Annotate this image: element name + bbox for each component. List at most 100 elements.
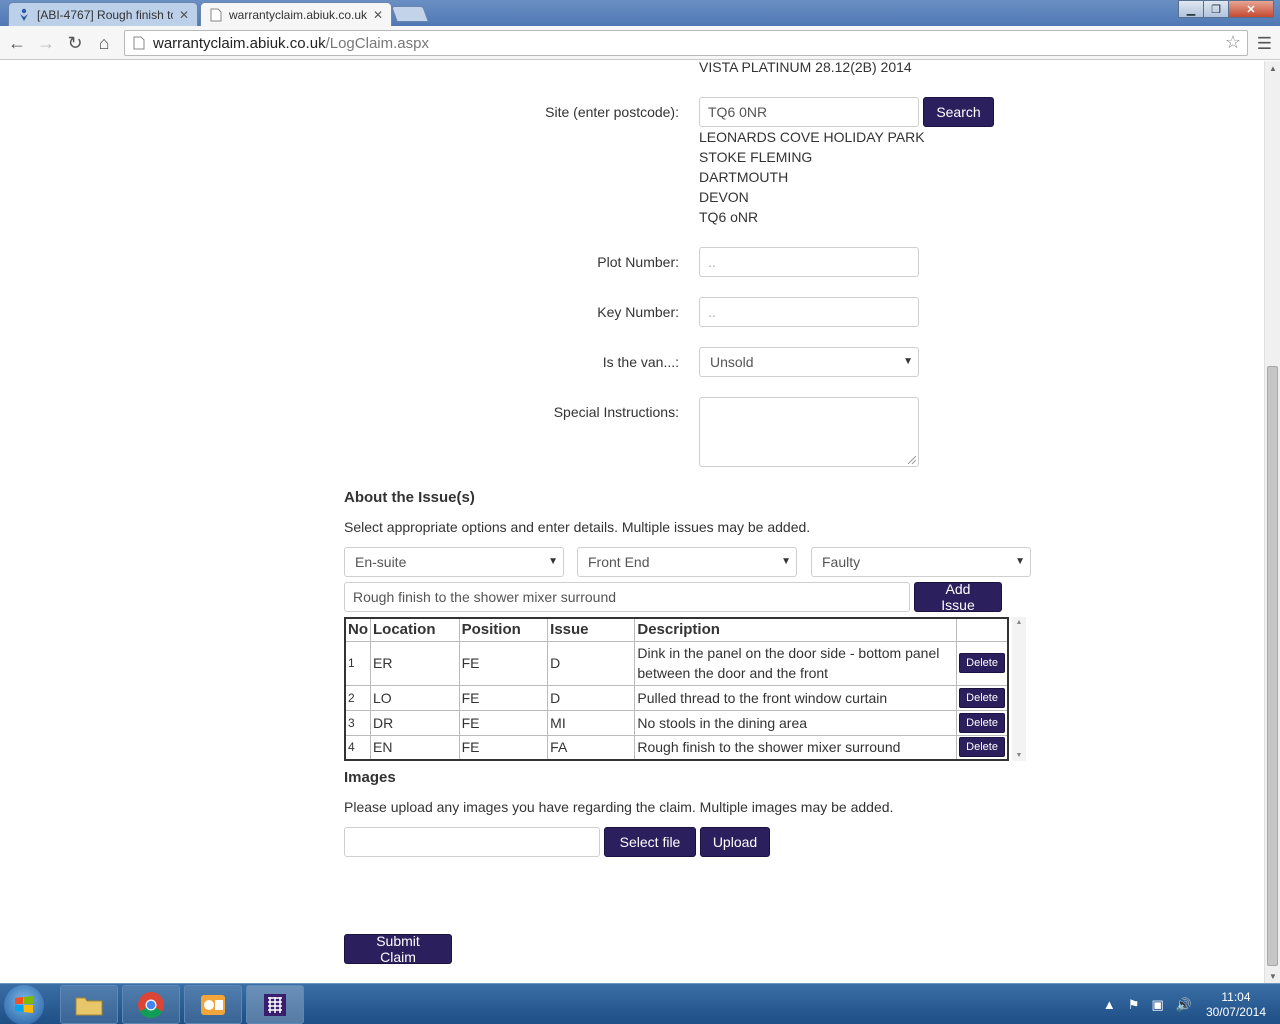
dropdown-arrow-icon: ▼ xyxy=(781,556,791,567)
explorer-taskbar-button[interactable] xyxy=(60,985,118,1024)
issue-type-value: Faulty xyxy=(822,554,861,570)
address-line-2: STOKE FLEMING xyxy=(699,149,813,165)
windows-logo-icon xyxy=(15,996,33,1013)
scroll-up-icon[interactable]: ▲ xyxy=(1012,619,1026,626)
home-icon[interactable]: ⌂ xyxy=(93,32,115,54)
cell-position: FE xyxy=(458,709,549,736)
tab-label: [ABI-4767] Rough finish to xyxy=(37,7,173,22)
search-button[interactable]: Search xyxy=(923,97,994,127)
bookmark-star-icon[interactable]: ☆ xyxy=(1225,32,1241,53)
delete-issue-button[interactable]: Delete xyxy=(959,712,1005,733)
volume-icon[interactable]: 🔊 xyxy=(1176,997,1192,1013)
van-status-select[interactable]: Unsold ▼ xyxy=(699,347,919,377)
app-taskbar-button[interactable] xyxy=(246,985,304,1024)
plot-number-label: Plot Number: xyxy=(597,254,679,270)
minimize-icon[interactable]: ▁ xyxy=(1178,0,1204,18)
window-close-icon[interactable]: ✕ xyxy=(1228,0,1274,18)
table-row: 2 LO FE D Pulled thread to the front win… xyxy=(344,684,1009,711)
tab-warrantyclaim[interactable]: warrantyclaim.abiuk.co.uk ✕ xyxy=(200,2,392,26)
issue-type-select[interactable]: Faulty ▼ xyxy=(811,547,1031,577)
plot-number-input[interactable]: .. xyxy=(699,247,919,277)
cell-no: 1 xyxy=(344,640,371,686)
key-number-input[interactable]: .. xyxy=(699,297,919,327)
show-hidden-icons-icon[interactable]: ▲ xyxy=(1103,997,1116,1012)
reload-icon[interactable]: ↻ xyxy=(64,32,86,54)
cell-location: ER xyxy=(370,640,460,686)
cell-location: LO xyxy=(370,684,460,711)
scroll-down-icon[interactable]: ▼ xyxy=(1265,969,1280,983)
cell-description: No stools in the dining area xyxy=(634,709,958,736)
chrome-icon xyxy=(138,991,164,1018)
menu-icon[interactable]: ☰ xyxy=(1257,34,1272,54)
cell-issue: FA xyxy=(547,734,636,761)
clock-date: 30/07/2014 xyxy=(1205,1004,1266,1019)
cell-issue: D xyxy=(547,640,636,686)
jira-icon xyxy=(17,8,31,22)
browser-toolbar: ← → ↻ ⌂ warrantyclaim.abiuk.co.uk/LogCla… xyxy=(0,26,1280,60)
chrome-taskbar-button[interactable] xyxy=(122,985,180,1024)
address-bar[interactable]: warrantyclaim.abiuk.co.uk/LogClaim.aspx … xyxy=(124,30,1248,56)
page-viewport: VISTA PLATINUM 28.12(2B) 2014 Site (ente… xyxy=(0,61,1264,983)
start-button[interactable] xyxy=(4,985,44,1024)
page-icon xyxy=(209,8,223,22)
issue-location-select[interactable]: En-suite ▼ xyxy=(344,547,564,577)
new-tab-button[interactable] xyxy=(391,6,429,22)
cell-position: FE xyxy=(458,684,549,711)
tab-jira[interactable]: [ABI-4767] Rough finish to ✕ xyxy=(8,2,198,26)
issue-position-select[interactable]: Front End ▼ xyxy=(577,547,797,577)
images-heading: Images xyxy=(344,769,396,786)
maximize-icon[interactable]: ❐ xyxy=(1203,0,1229,18)
network-icon[interactable]: ▣ xyxy=(1151,997,1163,1013)
action-center-flag-icon[interactable]: ⚑ xyxy=(1128,997,1140,1013)
system-tray: ▲ ⚑ ▣ 🔊 11:04 30/07/2014 xyxy=(1097,984,1280,1024)
scroll-down-icon[interactable]: ▼ xyxy=(1012,752,1026,759)
upload-button[interactable]: Upload xyxy=(700,827,770,857)
column-header-no: No xyxy=(344,617,371,642)
column-header-position: Position xyxy=(458,617,549,642)
delete-issue-button[interactable]: Delete xyxy=(959,737,1005,758)
table-row: 3 DR FE MI No stools in the dining area … xyxy=(344,709,1009,736)
cell-issue: MI xyxy=(547,709,636,736)
submit-claim-button[interactable]: Submit Claim xyxy=(344,933,452,965)
issue-location-value: En-suite xyxy=(355,554,407,570)
column-header-description: Description xyxy=(634,617,958,642)
add-issue-button[interactable]: Add Issue xyxy=(914,581,1002,613)
address-line-5: TQ6 oNR xyxy=(699,209,759,225)
special-instructions-label: Special Instructions: xyxy=(553,404,679,420)
close-icon[interactable]: ✕ xyxy=(373,8,383,22)
select-file-button[interactable]: Select file xyxy=(604,827,696,857)
scrollbar-thumb[interactable] xyxy=(1267,366,1278,966)
cell-no: 4 xyxy=(344,734,371,761)
url-path: /LogClaim.aspx xyxy=(325,34,429,52)
back-icon[interactable]: ← xyxy=(6,32,28,54)
close-icon[interactable]: ✕ xyxy=(179,8,189,22)
dropdown-arrow-icon: ▼ xyxy=(903,356,913,367)
clock[interactable]: 11:04 30/07/2014 xyxy=(1206,990,1266,1020)
issue-table-scrollbar[interactable]: ▲ ▼ xyxy=(1012,617,1026,761)
forward-icon[interactable]: → xyxy=(35,32,57,54)
cell-issue: D xyxy=(547,684,636,711)
resize-handle-icon xyxy=(908,456,916,464)
scroll-up-icon[interactable]: ▲ xyxy=(1265,61,1280,75)
van-status-label: Is the van...: xyxy=(602,354,679,370)
issue-table: No Location Position Issue Description 1… xyxy=(344,617,1009,761)
cell-actions: Delete xyxy=(956,684,1009,711)
postcode-input[interactable]: TQ6 0NR xyxy=(699,97,919,127)
model-value: VISTA PLATINUM 28.12(2B) 2014 xyxy=(699,61,912,75)
table-header-row: No Location Position Issue Description xyxy=(344,617,1009,642)
delete-issue-button[interactable]: Delete xyxy=(959,653,1005,673)
cell-no: 3 xyxy=(344,709,371,736)
address-line-1: LEONARDS COVE HOLIDAY PARK xyxy=(699,129,925,145)
page-scrollbar[interactable]: ▲ ▼ xyxy=(1264,61,1280,983)
issue-description-input[interactable]: Rough finish to the shower mixer surroun… xyxy=(344,582,910,612)
cell-description: Rough finish to the shower mixer surroun… xyxy=(634,734,958,761)
outlook-taskbar-button[interactable] xyxy=(184,985,242,1024)
special-instructions-textarea[interactable] xyxy=(699,397,919,467)
table-row: 1 ER FE D Dink in the panel on the door … xyxy=(344,640,1009,686)
delete-issue-button[interactable]: Delete xyxy=(959,687,1005,708)
cell-description: Dink in the panel on the door side - bot… xyxy=(634,640,958,686)
column-header-actions xyxy=(956,617,1009,642)
file-path-input[interactable] xyxy=(344,827,600,857)
site-label: Site (enter postcode): xyxy=(545,104,679,120)
address-line-3: DARTMOUTH xyxy=(699,169,789,185)
